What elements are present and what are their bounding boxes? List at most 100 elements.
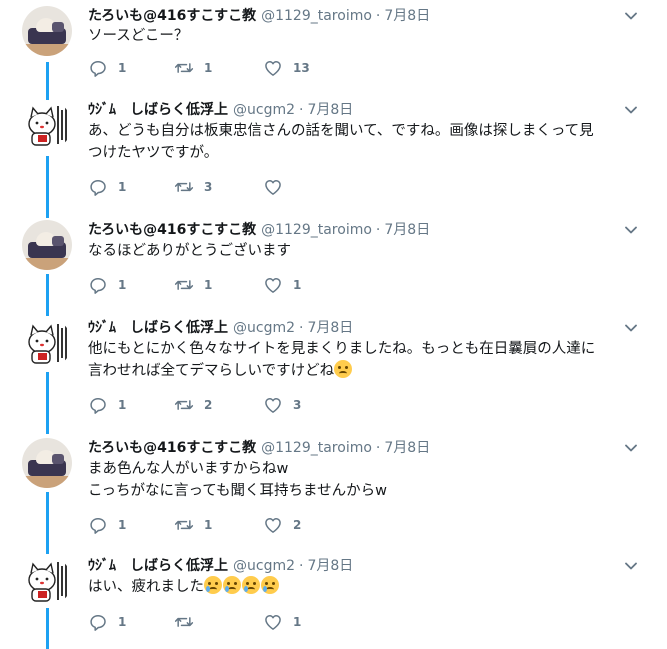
- like-button[interactable]: 1: [263, 612, 301, 632]
- tweet[interactable]: ｳｼﾞﾑ しばらく低浮上 @ucgm2 · 7月8日 あ、どうも自分は板東忠信さんの話…: [0, 100, 667, 210]
- tweet-text: まあ色んな人がいますからねw こっちがなに言っても聞く耳持ちませんからw: [88, 458, 638, 502]
- tweet-text-line: はい、疲れました: [88, 579, 204, 595]
- tweet-text-line: こっちがなに言っても聞く耳持ちませんからw: [88, 483, 387, 499]
- tweet-text-line: 他にもとにかく色々なサイトを見まくりましたね。もっとも在日曩屓の人達に: [88, 341, 596, 357]
- retweet-button[interactable]: 1: [174, 275, 212, 295]
- tweet-header: ｳｼﾞﾑ しばらく低浮上 @ucgm2 · 7月8日: [88, 102, 354, 118]
- reply-icon: [90, 61, 106, 77]
- tweet-date[interactable]: 7月8日: [384, 440, 430, 456]
- crying-face-emoji: [242, 576, 260, 594]
- retweet-count: 1: [204, 61, 213, 75]
- tweet-text: はい、疲れました: [88, 576, 638, 598]
- like-count: 13: [293, 61, 310, 75]
- reply-button[interactable]: 1: [88, 58, 126, 78]
- chevron-down-icon[interactable]: [623, 558, 639, 574]
- user-handle[interactable]: @ucgm2: [233, 320, 295, 336]
- tweet-text-line: ソースどこー？: [88, 28, 189, 44]
- tweet-text-line: 言わせれば全てデマらしいですけどね: [88, 363, 335, 379]
- retweet-icon: [174, 182, 194, 192]
- user-handle[interactable]: @1129_taroimo: [261, 8, 372, 24]
- tweet[interactable]: たろいも@416すこすこ教 @1129_taroimo · 7月8日 ソースどこー？ …: [0, 6, 667, 86]
- tweet-header: たろいも@416すこすこ教 @1129_taroimo · 7月8日: [88, 222, 431, 238]
- display-name[interactable]: ｳｼﾞﾑ しばらく低浮上: [88, 102, 228, 118]
- crying-face-emoji: [204, 576, 222, 594]
- tweet[interactable]: たろいも@416すこすこ教 @1129_taroimo · 7月8日 まあ色んな人がい…: [0, 438, 667, 548]
- tweet-text: あ、どうも自分は板東忠信さんの話を聞いて、ですね。画像は探しまくって見 つけたヤ…: [88, 120, 638, 164]
- display-name[interactable]: たろいも@416すこすこ教: [88, 8, 256, 24]
- tweet-date[interactable]: 7月8日: [307, 320, 353, 336]
- retweet-icon: [174, 520, 194, 530]
- like-button[interactable]: 1: [263, 275, 301, 295]
- tweet-header: ｳｼﾞﾑ しばらく低浮上 @ucgm2 · 7月8日: [88, 558, 354, 574]
- retweet-button[interactable]: [174, 612, 204, 632]
- heart-icon: [265, 61, 281, 76]
- tweet-text: ソースどこー？: [88, 25, 638, 47]
- avatar[interactable]: [22, 100, 72, 150]
- user-handle[interactable]: @1129_taroimo: [261, 440, 372, 456]
- reply-count: 1: [118, 518, 127, 532]
- avatar[interactable]: [22, 556, 72, 606]
- avatar[interactable]: [22, 318, 72, 368]
- like-button[interactable]: [263, 177, 293, 197]
- tweet-text-line: まあ色んな人がいますからねw: [88, 461, 289, 477]
- tweet[interactable]: たろいも@416すこすこ教 @1129_taroimo · 7月8日 なるほどありがと…: [0, 220, 667, 302]
- user-handle[interactable]: @1129_taroimo: [261, 222, 372, 238]
- reply-count: 1: [118, 278, 127, 292]
- like-button[interactable]: 3: [263, 395, 301, 415]
- retweet-icon: [174, 280, 194, 290]
- tweet-date[interactable]: 7月8日: [307, 558, 353, 574]
- chevron-down-icon[interactable]: [623, 102, 639, 118]
- reply-button[interactable]: 1: [88, 395, 126, 415]
- retweet-button[interactable]: 3: [174, 177, 212, 197]
- retweet-icon: [174, 400, 194, 410]
- retweet-button[interactable]: 1: [174, 58, 212, 78]
- confounded-face-emoji: [334, 360, 353, 378]
- tweet-text-line: なるほどありがとうございます: [88, 243, 291, 259]
- reply-icon: [90, 180, 106, 196]
- retweet-icon: [174, 617, 194, 627]
- user-handle[interactable]: @ucgm2: [233, 558, 295, 574]
- reply-button[interactable]: 1: [88, 612, 126, 632]
- tweet-date[interactable]: 7月8日: [307, 102, 353, 118]
- retweet-count: 1: [204, 278, 213, 292]
- tweet-text: なるほどありがとうございます: [88, 240, 638, 262]
- reply-button[interactable]: 1: [88, 515, 126, 535]
- avatar[interactable]: [22, 220, 72, 270]
- chevron-down-icon[interactable]: [623, 8, 639, 24]
- heart-icon: [265, 398, 281, 413]
- reply-count: 1: [118, 180, 127, 194]
- tweet-header: ｳｼﾞﾑ しばらく低浮上 @ucgm2 · 7月8日: [88, 320, 354, 336]
- tweet-text-line: つけたヤツですが。: [88, 145, 219, 161]
- user-handle[interactable]: @ucgm2: [233, 102, 295, 118]
- display-name[interactable]: たろいも@416すこすこ教: [88, 222, 256, 238]
- tweet-date[interactable]: 7月8日: [384, 222, 430, 238]
- tweet-date[interactable]: 7月8日: [384, 8, 430, 24]
- tweet[interactable]: ｳｼﾞﾑ しばらく低浮上 @ucgm2 · 7月8日 他にもとにかく色々なサイトを見ま…: [0, 318, 667, 428]
- chevron-down-icon[interactable]: [623, 222, 639, 238]
- reply-button[interactable]: 1: [88, 177, 126, 197]
- like-button[interactable]: 13: [263, 58, 310, 78]
- retweet-button[interactable]: 2: [174, 395, 212, 415]
- display-name[interactable]: ｳｼﾞﾑ しばらく低浮上: [88, 558, 228, 574]
- tweet-text: 他にもとにかく色々なサイトを見まくりましたね。もっとも在日曩屓の人達に 言わせれ…: [88, 338, 638, 382]
- reply-count: 1: [118, 398, 127, 412]
- tweet[interactable]: ｳｼﾞﾑ しばらく低浮上 @ucgm2 · 7月8日 はい、疲れました 1 1: [0, 556, 667, 646]
- retweet-button[interactable]: 1: [174, 515, 212, 535]
- display-name[interactable]: たろいも@416すこすこ教: [88, 440, 256, 456]
- chevron-down-icon[interactable]: [623, 320, 639, 336]
- avatar[interactable]: [22, 6, 72, 56]
- like-button[interactable]: 2: [263, 515, 301, 535]
- reply-button[interactable]: 1: [88, 275, 126, 295]
- heart-icon: [265, 180, 281, 195]
- like-count: 2: [293, 518, 302, 532]
- display-name[interactable]: ｳｼﾞﾑ しばらく低浮上: [88, 320, 228, 336]
- reply-icon: [90, 398, 106, 414]
- heart-icon: [265, 615, 281, 630]
- retweet-icon: [174, 63, 194, 73]
- tweet-text-line: あ、どうも自分は板東忠信さんの話を聞いて、ですね。画像は探しまくって見: [88, 123, 594, 139]
- reply-count: 1: [118, 615, 127, 629]
- chevron-down-icon[interactable]: [623, 440, 639, 456]
- like-count: 1: [293, 615, 302, 629]
- retweet-count: 3: [204, 180, 213, 194]
- avatar[interactable]: [22, 438, 72, 488]
